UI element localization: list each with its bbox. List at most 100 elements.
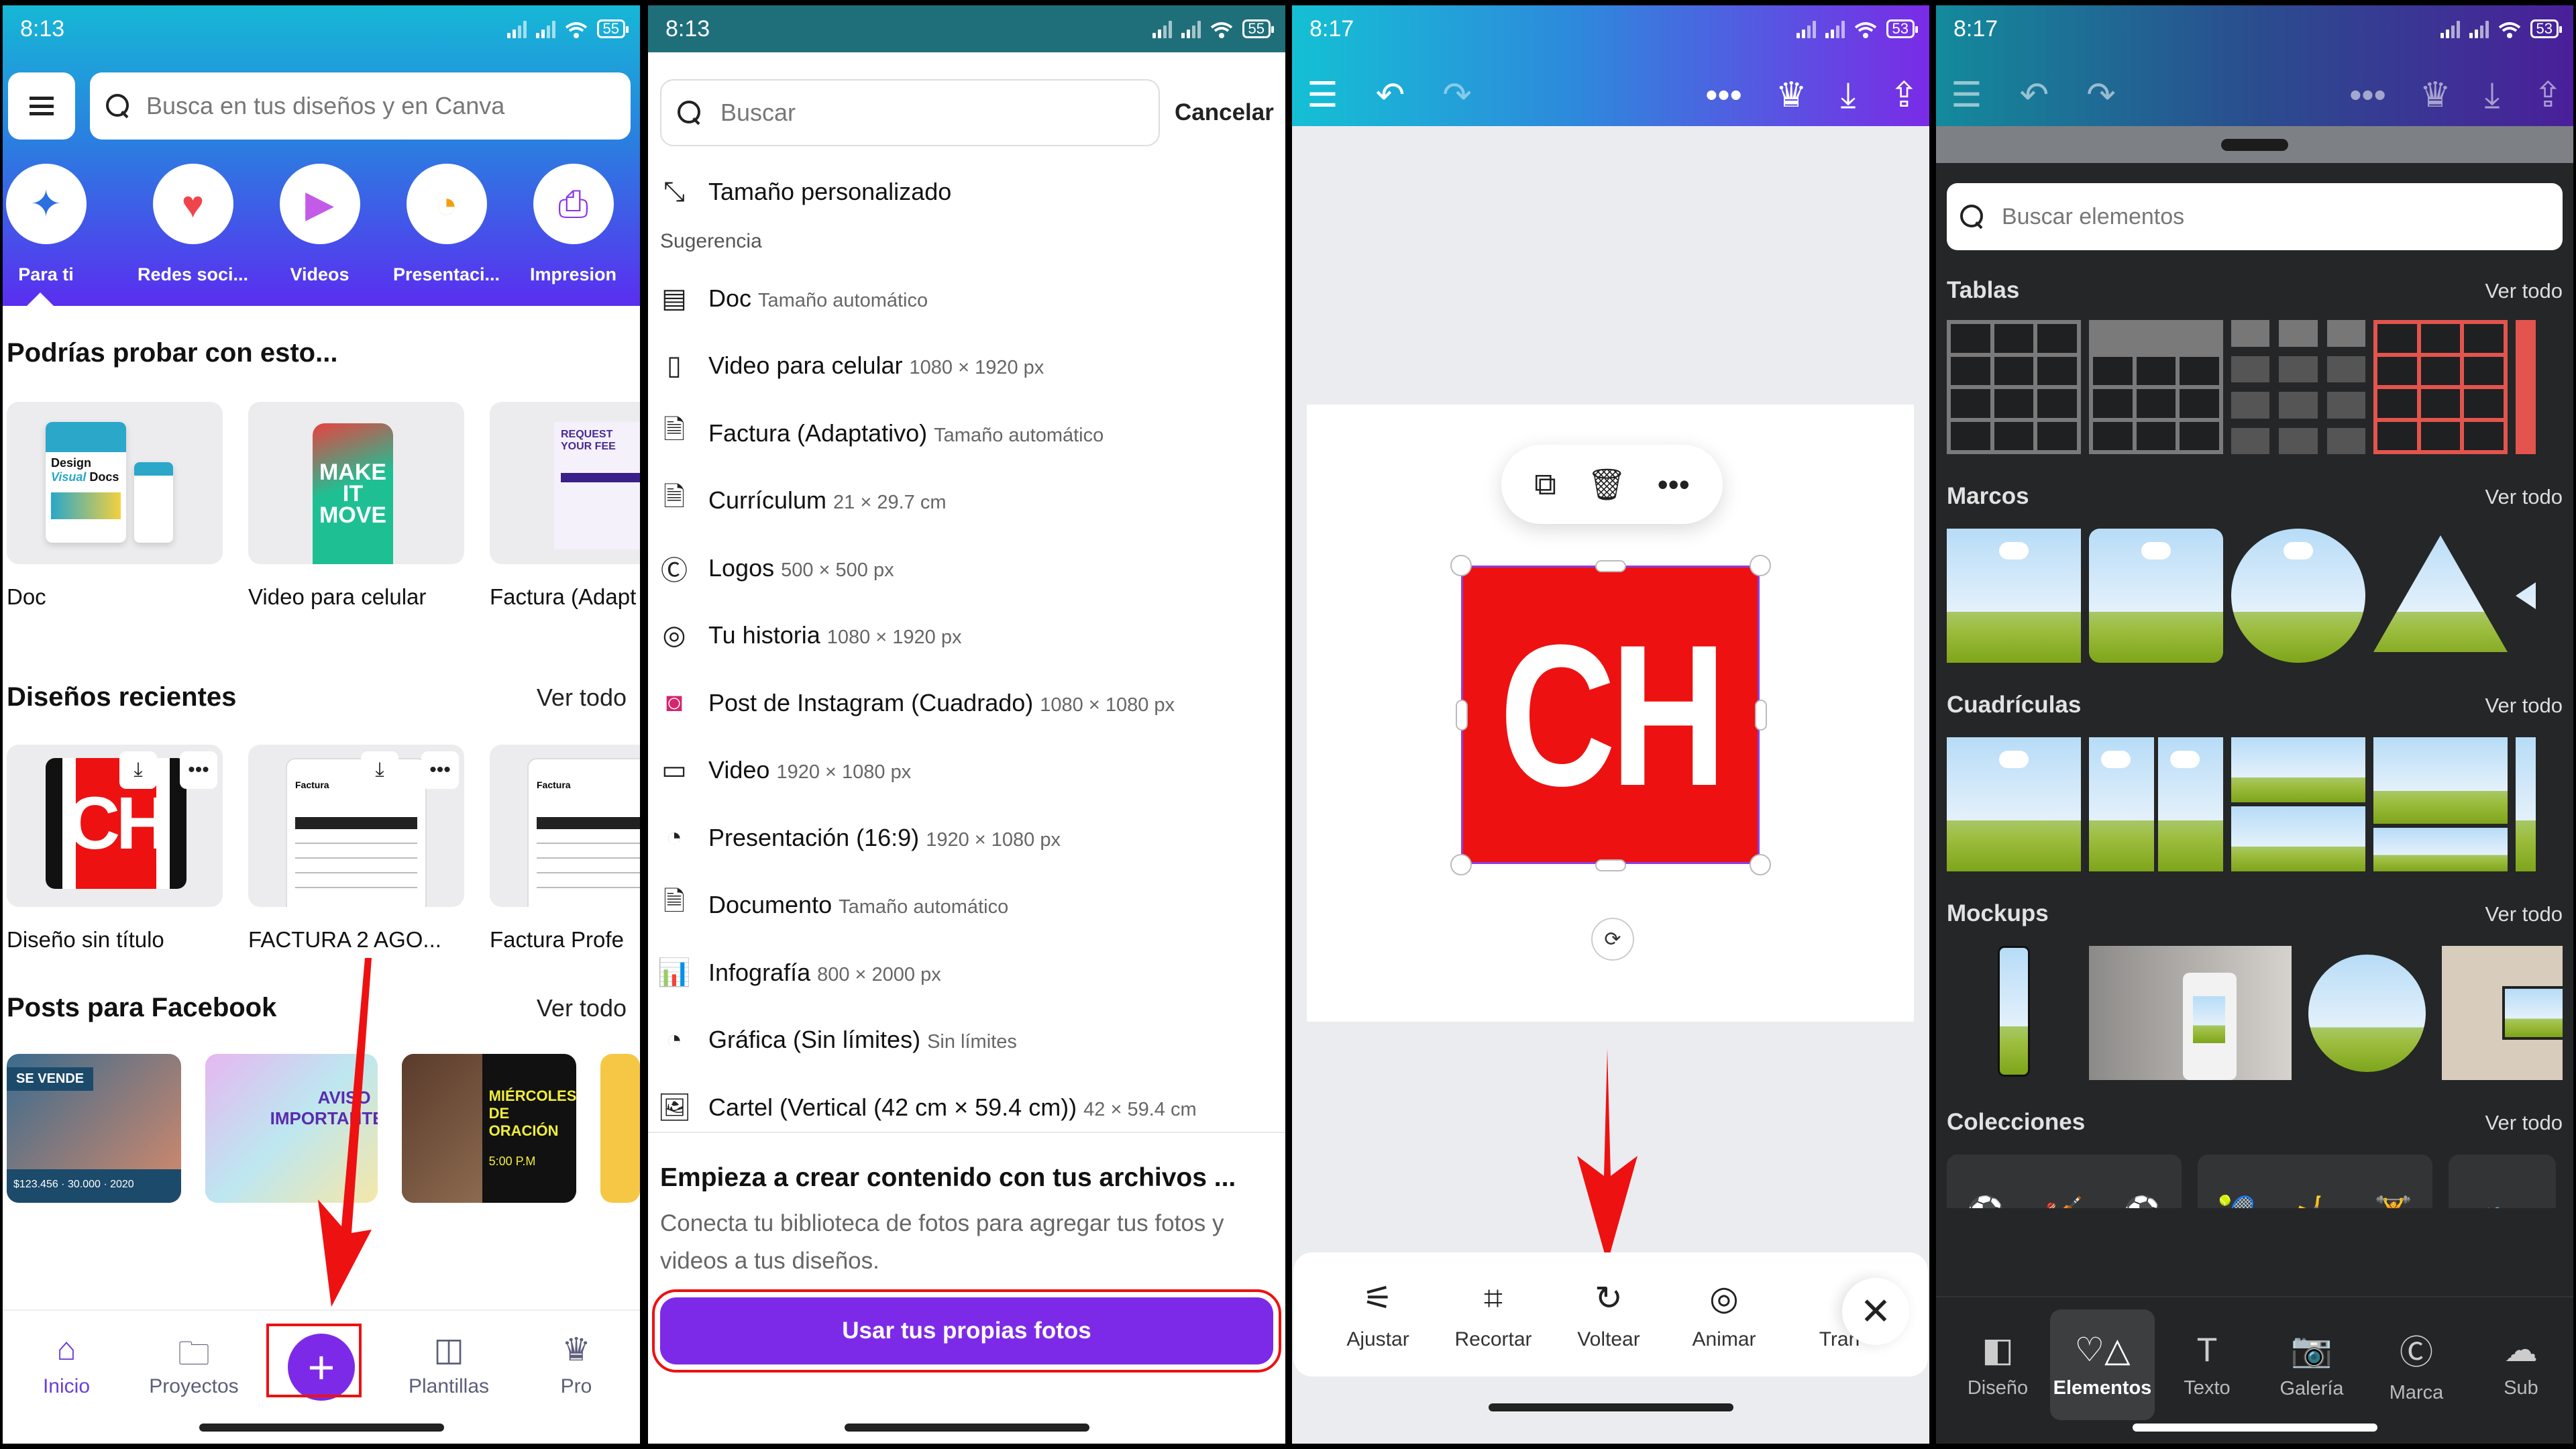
design-type-item[interactable]: 📊 Infografía 800 × 2000 px: [657, 939, 1285, 1007]
nav-item-marca[interactable]: Ⓒ Marca: [2364, 1309, 2469, 1420]
grid-item[interactable]: [2089, 737, 2223, 871]
category-tab[interactable]: ✦ Para ti: [3, 164, 129, 285]
see-all-link[interactable]: Ver todo: [2485, 485, 2563, 509]
resize-handle[interactable]: [1456, 700, 1468, 731]
custom-size-item[interactable]: ⤡ Tamaño personalizado: [657, 158, 1285, 226]
grid-item[interactable]: [2231, 737, 2365, 871]
share-icon[interactable]: ⇪: [2533, 78, 2563, 113]
table-item[interactable]: [2231, 320, 2365, 454]
nav-item-elementos[interactable]: ♡△ Elementos: [2050, 1309, 2155, 1420]
table-item[interactable]: [1947, 320, 2081, 454]
frame-circle[interactable]: [2231, 529, 2365, 663]
resize-handle[interactable]: [1450, 555, 1472, 576]
close-icon[interactable]: ✕: [1842, 1278, 1909, 1345]
share-icon[interactable]: ⇪: [1889, 78, 1919, 113]
search-input[interactable]: Busca en tus diseños y en Canva: [90, 72, 631, 140]
nav-item-inicio[interactable]: ⌂ Inicio: [9, 1331, 123, 1401]
resize-handle[interactable]: [1755, 700, 1767, 731]
grid-item[interactable]: [1947, 737, 2081, 871]
crown-icon[interactable]: ♛: [2420, 78, 2451, 113]
recent-design-card[interactable]: Factura ⤓ ••• FACTURA 2 AGO...: [248, 745, 464, 953]
download-icon[interactable]: ⤓: [1840, 78, 1856, 113]
hamburger-icon[interactable]: ☰: [1307, 78, 1338, 113]
design-type-item[interactable]: 🖼 Cartel (Vertical (42 cm × 59.4 cm)) 42 ×…: [657, 1074, 1285, 1142]
more-options-icon[interactable]: •••: [180, 751, 217, 789]
search-input[interactable]: Buscar: [660, 79, 1160, 146]
resize-handle[interactable]: [1450, 854, 1472, 875]
rotate-handle[interactable]: ⟳: [1591, 918, 1634, 961]
selected-logo-element[interactable]: CH: [1461, 566, 1760, 864]
design-type-item[interactable]: ▤ Doc Tamaño automático: [657, 265, 1285, 333]
suggestion-card-invoice[interactable]: REQUEST YOUR FEE Factura (Adapt: [490, 402, 640, 610]
elements-search-input[interactable]: Buscar elementos: [1947, 183, 2563, 250]
design-type-item[interactable]: 🗎 Factura (Adaptativo) Tamaño automático: [657, 400, 1285, 468]
crown-icon[interactable]: ♛: [1776, 78, 1807, 113]
edit-tool-animar[interactable]: ◎ Animar: [1666, 1279, 1782, 1351]
mockup-tshirt[interactable]: [2089, 946, 2292, 1080]
table-item[interactable]: [2373, 320, 2508, 454]
download-icon[interactable]: ⤓: [2484, 78, 2500, 113]
see-all-link[interactable]: Ver todo: [2485, 279, 2563, 303]
resize-handle[interactable]: [1595, 859, 1626, 871]
nav-item-diseño[interactable]: ◧ Diseño: [1945, 1309, 2050, 1420]
see-all-link[interactable]: Ver todo: [2485, 902, 2563, 926]
recent-design-card[interactable]: Factura ⤓ Factura Profe: [490, 745, 640, 953]
design-type-item[interactable]: ▯ Video para celular 1080 × 1920 px: [657, 332, 1285, 400]
more-options-icon[interactable]: •••: [1658, 466, 1690, 502]
recent-design-card[interactable]: CH ⤓ ••• Diseño sin título: [7, 745, 223, 953]
grid-item[interactable]: [2373, 737, 2508, 871]
suggestion-card-doc[interactable]: Design Visual Docs Doc: [7, 402, 223, 610]
facebook-post-card[interactable]: MIÉRCOLES DE ORACIÓN 5:00 P.M: [401, 1054, 576, 1203]
collection-card[interactable]: ⚽🏏⚽: [1947, 1155, 2182, 1208]
design-type-item[interactable]: Ⓒ Logos 500 × 500 px: [657, 535, 1285, 602]
facebook-post-card[interactable]: [600, 1054, 640, 1203]
trash-icon[interactable]: 🗑: [1587, 466, 1626, 503]
facebook-post-card[interactable]: SE VENDE $123.456 · 30.000 · 2020: [7, 1054, 182, 1203]
more-options-icon[interactable]: •••: [2349, 78, 2386, 113]
edit-tool-recortar[interactable]: ⌗ Recortar: [1436, 1279, 1551, 1351]
frame-rounded[interactable]: [2089, 529, 2223, 663]
edit-tool-voltear[interactable]: ↻ Voltear: [1551, 1279, 1666, 1351]
design-page[interactable]: ⧉ 🗑 ••• CH ⟳: [1307, 405, 1914, 1022]
design-type-item[interactable]: ◎ Tu historia 1080 × 1920 px: [657, 602, 1285, 669]
suggestion-card-mobile-video[interactable]: MAKE IT MOVE Video para celular: [248, 402, 464, 610]
nav-item-texto[interactable]: T Texto: [2155, 1309, 2259, 1420]
drag-handle[interactable]: [2221, 138, 2288, 151]
download-icon[interactable]: ⤓: [119, 751, 157, 789]
redo-icon[interactable]: ↷: [2086, 78, 2116, 113]
grid-item[interactable]: [2516, 737, 2536, 871]
undo-icon[interactable]: ↶: [1376, 78, 1405, 113]
collection-card[interactable]: 🎾🤸🏋: [2198, 1155, 2432, 1208]
resize-handle[interactable]: [1750, 854, 1771, 875]
nav-item-pro[interactable]: ♛ Pro: [519, 1331, 633, 1401]
nav-item-proyectos[interactable]: 🗀 Proyectos: [137, 1331, 251, 1401]
collection-card[interactable]: 👟: [2449, 1155, 2556, 1208]
category-tab[interactable]: ▶ Videos: [256, 164, 383, 285]
category-tab[interactable]: ⎙ Impresion: [510, 164, 637, 285]
frame-rectangle[interactable]: [1947, 529, 2081, 663]
more-options-icon[interactable]: •••: [1705, 78, 1742, 113]
nav-item-galería[interactable]: 📷 Galería: [2259, 1309, 2364, 1420]
see-all-link[interactable]: Ver todo: [537, 994, 627, 1022]
design-type-item[interactable]: ▭ Video 1920 × 1080 px: [657, 737, 1285, 804]
see-all-link[interactable]: Ver todo: [2485, 1111, 2563, 1135]
more-options-icon[interactable]: •••: [421, 751, 459, 789]
menu-button[interactable]: [8, 72, 75, 140]
mockup-sticker[interactable]: [2300, 946, 2434, 1080]
mockup-laptop[interactable]: [2442, 946, 2563, 1080]
nav-item-plantillas[interactable]: ◫ Plantillas: [392, 1331, 506, 1401]
nav-item-sub[interactable]: ☁ Sub: [2469, 1309, 2573, 1420]
category-tab[interactable]: ♥ Redes soci...: [129, 164, 256, 285]
duplicate-icon[interactable]: ⧉: [1534, 466, 1556, 503]
see-all-link[interactable]: Ver todo: [537, 684, 627, 712]
frame-diamond[interactable]: [2516, 582, 2536, 609]
edit-tool-ajustar[interactable]: ⚟ Ajustar: [1320, 1279, 1436, 1351]
design-type-item[interactable]: ◔ Gráfica (Sin límites) Sin límites: [657, 1006, 1285, 1074]
design-type-item[interactable]: ◙ Post de Instagram (Cuadrado) 1080 × 1080…: [657, 669, 1285, 737]
undo-icon[interactable]: ↶: [2020, 78, 2049, 113]
design-type-item[interactable]: 🗎 Currículum 21 × 29.7 cm: [657, 467, 1285, 535]
design-type-item[interactable]: ◔ Presentación (16:9) 1920 × 1080 px: [657, 804, 1285, 872]
mockup-phone[interactable]: [1947, 946, 2081, 1080]
frame-triangle[interactable]: [2373, 535, 2508, 652]
sheet-drag-area[interactable]: [1936, 126, 2573, 163]
